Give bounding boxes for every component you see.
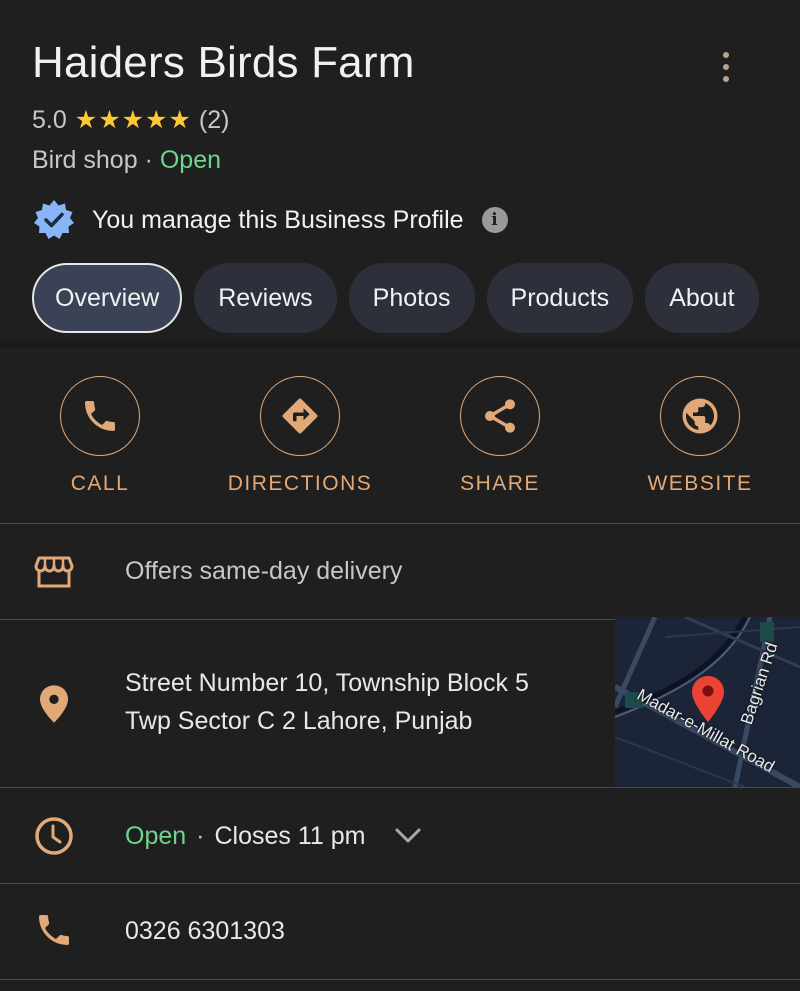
directions-icon xyxy=(282,398,318,434)
info-icon[interactable]: i xyxy=(481,207,508,233)
hours-closes: Closes 11 pm xyxy=(214,822,366,850)
divider xyxy=(0,979,800,980)
hours-text: Open · Closes 11 pm xyxy=(125,817,422,855)
share-button[interactable]: SHARE xyxy=(400,376,600,496)
open-status: Open xyxy=(159,146,222,174)
category-row: Bird shop · Open xyxy=(32,146,221,175)
clock-icon xyxy=(35,817,73,855)
star-icon: ★ xyxy=(74,106,98,134)
directions-button[interactable]: DIRECTIONS xyxy=(200,376,400,496)
star-icon: ★ xyxy=(98,106,121,134)
verified-badge-icon xyxy=(34,200,74,239)
tab-photos[interactable]: Photos xyxy=(348,263,475,333)
star-rating: ★ ★ ★ ★ ★ xyxy=(75,108,192,133)
tab-bar: Overview Reviews Photos Products About xyxy=(32,263,759,333)
more-options-button[interactable] xyxy=(712,52,740,82)
directions-label: DIRECTIONS xyxy=(227,472,373,495)
star-icon: ★ xyxy=(168,106,191,134)
separator: · xyxy=(137,146,160,174)
call-label: CALL xyxy=(70,472,130,495)
more-vert-icon xyxy=(723,52,729,58)
tab-products[interactable]: Products xyxy=(486,263,634,333)
phone-row[interactable]: 0326 6301303 xyxy=(0,884,800,979)
address-line-2: Twp Sector C 2 Lahore, Punjab xyxy=(125,707,473,735)
rating-value: 5.0 xyxy=(32,106,67,134)
tab-overview[interactable]: Overview xyxy=(32,263,183,333)
website-button[interactable]: WEBSITE xyxy=(600,376,800,496)
star-icon: ★ xyxy=(121,106,145,134)
hours-row[interactable]: Open · Closes 11 pm xyxy=(0,788,800,883)
category: Bird shop xyxy=(32,146,138,174)
review-count: (2) xyxy=(198,106,230,134)
map-pin-icon xyxy=(692,676,724,722)
website-label: WEBSITE xyxy=(647,472,753,495)
share-label: SHARE xyxy=(460,472,540,495)
star-icon: ★ xyxy=(145,106,168,134)
rating-row[interactable]: 5.0 ★ ★ ★ ★ ★ (2) xyxy=(32,106,229,135)
delivery-text: Offers same-day delivery xyxy=(125,557,403,585)
tab-reviews[interactable]: Reviews xyxy=(194,263,337,333)
action-bar: CALL DIRECTIONS SHARE WEBSITE xyxy=(0,376,800,496)
hours-separator: · xyxy=(196,822,205,850)
manage-profile-text: You manage this Business Profile xyxy=(92,205,464,234)
address-row[interactable]: Street Number 10, Township Block 5 Twp S… xyxy=(0,620,615,787)
call-button[interactable]: CALL xyxy=(0,376,200,496)
tab-about[interactable]: About xyxy=(645,263,759,333)
chevron-down-icon[interactable] xyxy=(394,827,422,845)
header-divider xyxy=(0,343,800,347)
phone-number: 0326 6301303 xyxy=(125,917,285,945)
globe-icon xyxy=(682,398,718,434)
manage-profile-row[interactable]: You manage this Business Profile i xyxy=(32,198,508,242)
address-text: Street Number 10, Township Block 5 Twp S… xyxy=(125,664,529,740)
location-pin-icon xyxy=(40,685,68,723)
address-line-1: Street Number 10, Township Block 5 xyxy=(125,669,529,697)
hours-open-status: Open xyxy=(125,822,187,850)
phone-icon xyxy=(85,401,115,431)
storefront-icon xyxy=(34,556,74,588)
map-thumbnail[interactable]: Bagrian Rd Madar-e-Millat Road xyxy=(615,617,800,787)
business-title: Haiders Birds Farm xyxy=(32,38,415,87)
share-icon xyxy=(485,399,515,433)
phone-icon xyxy=(39,915,69,945)
delivery-row[interactable]: Offers same-day delivery xyxy=(0,524,800,619)
